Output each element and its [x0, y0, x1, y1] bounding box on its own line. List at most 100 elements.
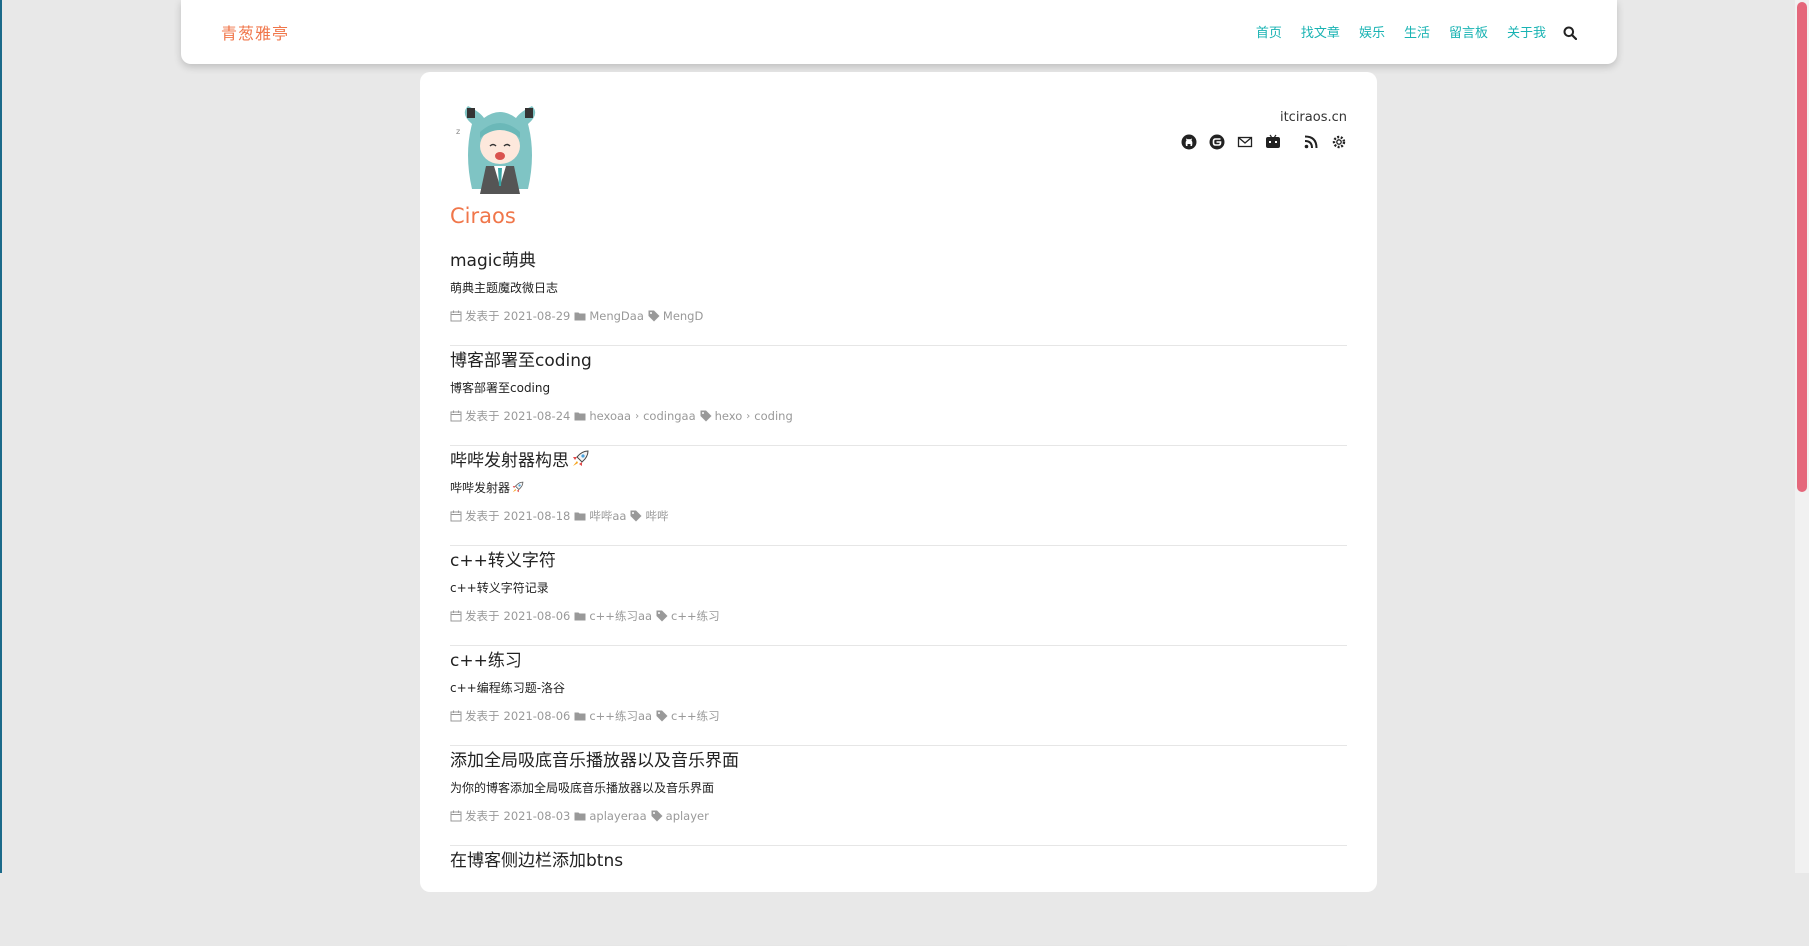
- nav-item-entertainment[interactable]: 娱乐: [1359, 22, 1385, 41]
- calendar-icon: [450, 410, 462, 422]
- top-navbar: 青葱雅亭 首页 找文章 娱乐 生活 留言板 关于我: [181, 0, 1617, 64]
- post-list-card: z itciraos.cn Ciraos magic萌典 萌典主题魔改微日志 发…: [420, 72, 1377, 946]
- folder-icon: [574, 810, 586, 822]
- post-title[interactable]: magic萌典: [450, 246, 536, 271]
- scrollbar[interactable]: [1795, 0, 1809, 873]
- post-item: c++练习 c++编程练习题-洛谷 发表于 2021-08-06 c++练习aa…: [450, 646, 1347, 746]
- post-item: 哔哔发射器构思 哔哔发射器 发表于 2021-08-18 哔哔aa 哔哔: [450, 446, 1347, 546]
- author-avatar[interactable]: z: [450, 94, 550, 194]
- post-item: 添加全局吸底音乐播放器以及音乐界面 为你的博客添加全局吸底音乐播放器以及音乐界面…: [450, 746, 1347, 846]
- social-links: [1169, 134, 1347, 150]
- nav-item-home[interactable]: 首页: [1256, 22, 1282, 41]
- nav-item-about[interactable]: 关于我: [1507, 22, 1546, 41]
- post-date: 2021-08-18: [503, 509, 571, 523]
- folder-icon: [574, 410, 586, 422]
- post-date: 2021-08-06: [503, 609, 571, 623]
- post-item: c++转义字符 c++转义字符记录 发表于 2021-08-06 c++练习aa…: [450, 546, 1347, 646]
- post-date: 2021-08-03: [503, 809, 571, 823]
- date-label: 发表于: [465, 509, 500, 523]
- post-description: c++转义字符记录: [450, 581, 549, 595]
- post-item: magic萌典 萌典主题魔改微日志 发表于 2021-08-29 MengDaa…: [450, 246, 1347, 346]
- folder-icon: [574, 710, 586, 722]
- post-description: 为你的博客添加全局吸底音乐播放器以及音乐界面: [450, 781, 715, 795]
- post-tag[interactable]: 哔哔: [645, 508, 668, 524]
- nav-item-guestbook[interactable]: 留言板: [1449, 22, 1488, 41]
- post-category[interactable]: 哔哔aa: [589, 508, 626, 524]
- post-category[interactable]: hexoaa: [589, 409, 631, 423]
- calendar-icon: [450, 310, 462, 322]
- post-list: magic萌典 萌典主题魔改微日志 发表于 2021-08-29 MengDaa…: [450, 246, 1347, 946]
- post-tag[interactable]: aplayer: [666, 809, 709, 823]
- post-title[interactable]: 博客部署至coding: [450, 346, 592, 371]
- post-description: 博客部署至coding: [450, 381, 551, 395]
- search-icon[interactable]: [1563, 25, 1578, 40]
- calendar-icon: [450, 710, 462, 722]
- tag-icon: [630, 510, 642, 522]
- post-meta: 发表于 2021-08-03 aplayeraa aplayer: [450, 808, 713, 824]
- post-tag[interactable]: coding: [754, 409, 792, 423]
- post-tag[interactable]: c++练习: [671, 708, 720, 724]
- post-meta: 发表于 2021-08-29 MengDaa MengD: [450, 308, 707, 324]
- post-date: 2021-08-06: [503, 709, 571, 723]
- post-description: 萌典主题魔改微日志: [450, 281, 559, 295]
- site-domain[interactable]: itciraos.cn: [1280, 110, 1347, 125]
- post-category[interactable]: MengDaa: [589, 309, 644, 323]
- date-label: 发表于: [465, 809, 500, 823]
- rocket-icon: [510, 480, 525, 498]
- scrollbar-thumb[interactable]: [1797, 2, 1807, 492]
- post-category[interactable]: c++练习aa: [589, 608, 652, 624]
- post-tag[interactable]: MengD: [663, 309, 703, 323]
- settings-icon[interactable]: [1331, 134, 1347, 150]
- post-date: 2021-08-29: [503, 309, 571, 323]
- author-name[interactable]: Ciraos: [450, 204, 516, 228]
- rocket-icon: [569, 448, 591, 475]
- post-description-text: 哔哔发射器: [450, 481, 511, 495]
- date-label: 发表于: [465, 609, 500, 623]
- post-category[interactable]: codingaa: [643, 409, 696, 423]
- calendar-icon: [450, 510, 462, 522]
- rss-icon[interactable]: [1303, 134, 1319, 150]
- post-meta: 发表于 2021-08-18 哔哔aa 哔哔: [450, 508, 672, 524]
- post-title-text: 哔哔发射器构思: [450, 451, 569, 471]
- post-category[interactable]: aplayeraa: [589, 809, 646, 823]
- date-label: 发表于: [465, 309, 500, 323]
- gitee-icon[interactable]: [1209, 134, 1225, 150]
- post-meta: 发表于 2021-08-06 c++练习aa c++练习: [450, 608, 724, 624]
- bilibili-icon[interactable]: [1265, 134, 1281, 150]
- post-meta: 发表于 2021-08-06 c++练习aa c++练习: [450, 708, 724, 724]
- post-title[interactable]: c++练习: [450, 646, 522, 671]
- post-tag[interactable]: hexo: [715, 409, 743, 423]
- mail-icon[interactable]: [1237, 134, 1253, 150]
- main-menu: 首页 找文章 娱乐 生活 留言板 关于我: [1237, 22, 1578, 41]
- post-title[interactable]: 添加全局吸底音乐播放器以及音乐界面: [450, 746, 739, 771]
- calendar-icon: [450, 810, 462, 822]
- github-icon[interactable]: [1181, 134, 1197, 150]
- tag-icon: [656, 710, 668, 722]
- tag-icon: [651, 810, 663, 822]
- nav-item-find-articles[interactable]: 找文章: [1301, 22, 1340, 41]
- post-description: 哔哔发射器: [450, 479, 525, 498]
- tag-icon: [700, 410, 712, 422]
- calendar-icon: [450, 610, 462, 622]
- svg-text:z: z: [456, 127, 460, 136]
- folder-icon: [574, 510, 586, 522]
- post-title[interactable]: c++转义字符: [450, 546, 556, 571]
- site-brand[interactable]: 青葱雅亭: [221, 20, 289, 44]
- post-description: c++编程练习题-洛谷: [450, 681, 566, 695]
- post-tag[interactable]: c++练习: [671, 608, 720, 624]
- chevron-right-icon: ›: [746, 410, 751, 422]
- post-title[interactable]: 在博客侧边栏添加btns: [450, 846, 623, 871]
- post-item: 在博客侧边栏添加btns: [450, 846, 1347, 946]
- folder-icon: [574, 610, 586, 622]
- post-title[interactable]: 哔哔发射器构思: [450, 446, 591, 475]
- date-label: 发表于: [465, 709, 500, 723]
- tag-icon: [648, 310, 660, 322]
- post-category[interactable]: c++练习aa: [589, 708, 652, 724]
- date-label: 发表于: [465, 409, 500, 423]
- chevron-right-icon: ›: [635, 410, 640, 422]
- tag-icon: [656, 610, 668, 622]
- post-item: 博客部署至coding 博客部署至coding 发表于 2021-08-24 h…: [450, 346, 1347, 446]
- post-date: 2021-08-24: [503, 409, 571, 423]
- nav-item-life[interactable]: 生活: [1404, 22, 1430, 41]
- post-meta: 发表于 2021-08-24 hexoaa › codingaa hexo › …: [450, 408, 797, 424]
